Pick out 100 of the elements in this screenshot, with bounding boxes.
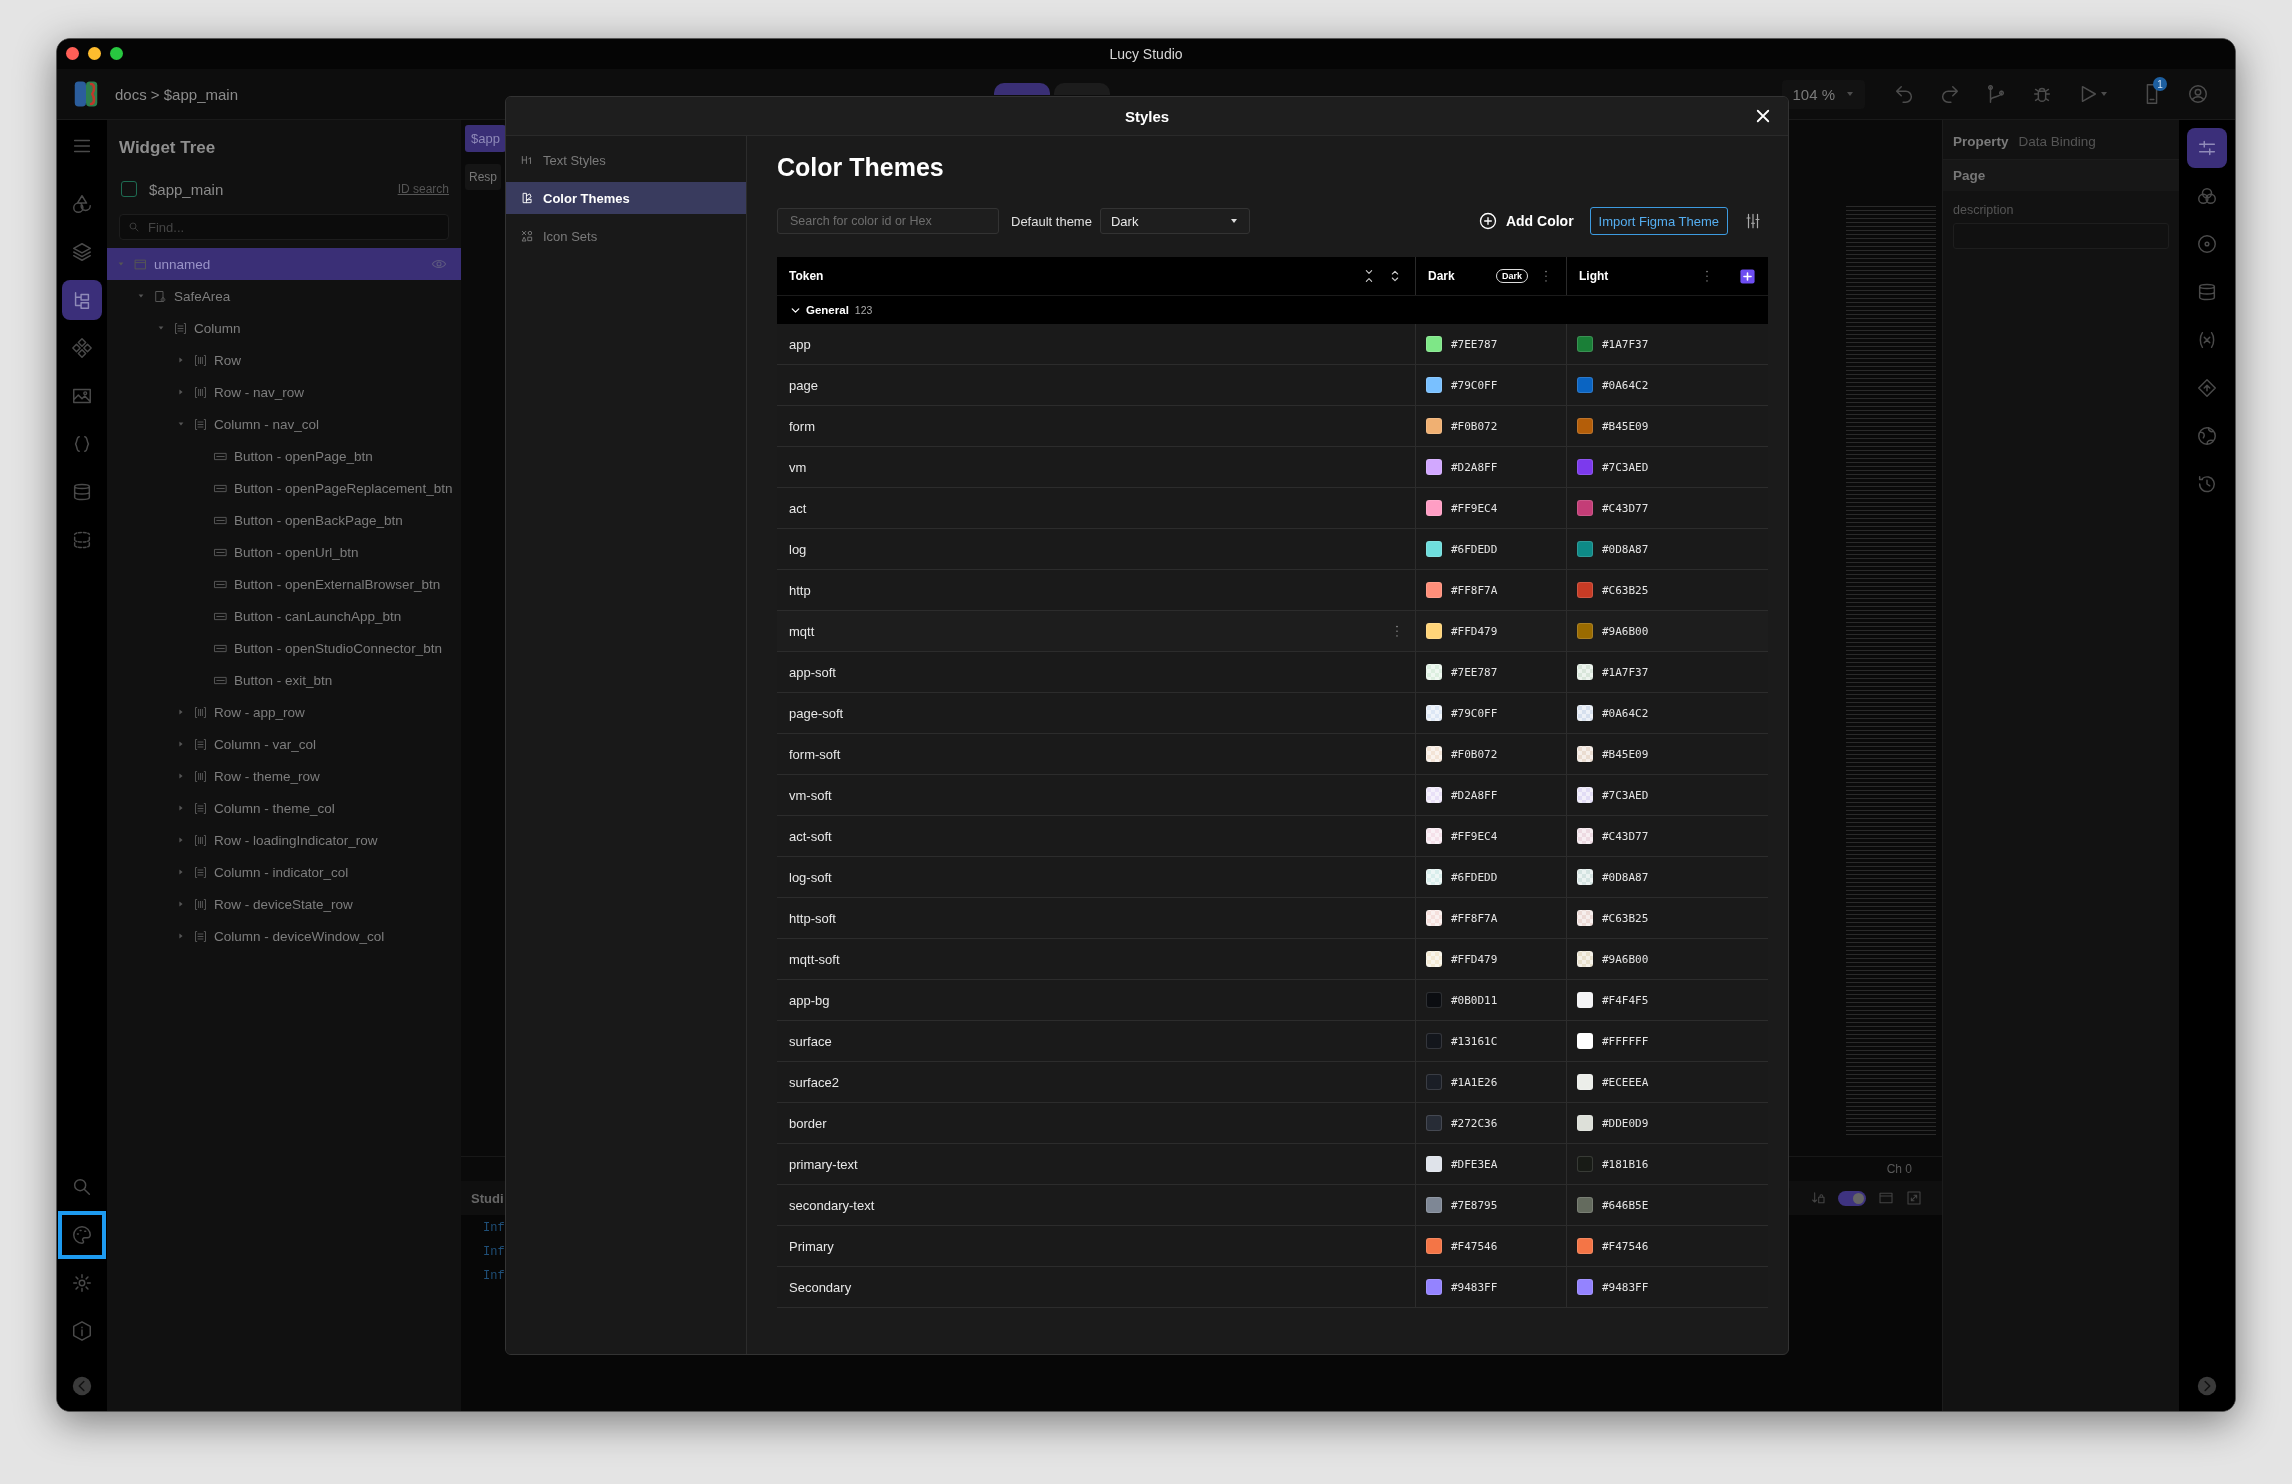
caret-icon[interactable] xyxy=(157,324,165,332)
caret-icon[interactable] xyxy=(177,388,185,396)
checkbox[interactable] xyxy=(121,181,137,197)
color-swatch[interactable] xyxy=(1577,705,1593,721)
close-window-button[interactable] xyxy=(66,47,79,60)
caret-icon[interactable] xyxy=(177,932,185,940)
table-row[interactable]: surface2 #1A1E26 #ECEEEA xyxy=(777,1062,1768,1103)
import-button[interactable]: Import Figma Theme xyxy=(1589,207,1728,235)
color-swatch[interactable] xyxy=(1426,1197,1442,1213)
table-row[interactable]: Secondary #9483FF #9483FF xyxy=(777,1267,1768,1308)
table-row[interactable]: mqtt-soft #FFD479 #9A6B00 xyxy=(777,939,1768,980)
table-row[interactable]: act-soft #FF9EC4 #C43D77 xyxy=(777,816,1768,857)
table-row[interactable]: log #6FDEDD #0D8A87 xyxy=(777,529,1768,570)
color-swatch[interactable] xyxy=(1577,582,1593,598)
color-swatch[interactable] xyxy=(1577,459,1593,475)
color-swatch[interactable] xyxy=(1426,787,1442,803)
settings-icon[interactable] xyxy=(1744,212,1762,230)
color-swatch[interactable] xyxy=(1577,869,1593,885)
nav-item[interactable]: Text Styles xyxy=(506,144,746,176)
color-swatch[interactable] xyxy=(1577,541,1593,557)
table-row[interactable]: page-soft #79C0FF #0A64C2 xyxy=(777,693,1768,734)
color-swatch[interactable] xyxy=(1426,418,1442,434)
color-swatch[interactable] xyxy=(1426,869,1442,885)
color-swatch[interactable] xyxy=(1577,1074,1593,1090)
tree-item[interactable]: Button - openPage_btn xyxy=(107,440,461,472)
color-swatch[interactable] xyxy=(1426,1156,1442,1172)
tree-item[interactable]: Row - deviceState_row xyxy=(107,888,461,920)
collapse-panel-icon[interactable] xyxy=(71,1375,93,1397)
search-field[interactable]: Search for color id or Hex xyxy=(777,208,999,234)
search-field[interactable]: Find... xyxy=(119,214,449,240)
color-swatch[interactable] xyxy=(1426,459,1442,475)
undo-icon[interactable] xyxy=(1893,83,1915,105)
color-swatch[interactable] xyxy=(1577,746,1593,762)
caret-icon[interactable] xyxy=(177,868,185,876)
zoom-dropdown[interactable]: 104 % xyxy=(1782,79,1865,109)
tree-item[interactable]: Row - app_row xyxy=(107,696,461,728)
table-row[interactable]: act #FF9EC4 #C43D77 xyxy=(777,488,1768,529)
color-swatch[interactable] xyxy=(1426,992,1442,1008)
scroll-lock-icon[interactable] xyxy=(1810,1190,1826,1206)
add-theme-icon[interactable] xyxy=(1739,267,1756,285)
color-swatch[interactable] xyxy=(1577,1156,1593,1172)
expand-icon[interactable] xyxy=(1906,1190,1922,1206)
color-swatch[interactable] xyxy=(1577,1279,1593,1295)
tree-item[interactable]: Row xyxy=(107,344,461,376)
color-swatch[interactable] xyxy=(1426,582,1442,598)
color-swatch[interactable] xyxy=(1577,500,1593,516)
close-icon[interactable] xyxy=(1754,107,1772,125)
tree-item[interactable]: Column - deviceWindow_col xyxy=(107,920,461,952)
color-swatch[interactable] xyxy=(1426,336,1442,352)
color-swatch[interactable] xyxy=(1426,541,1442,557)
tree-item[interactable]: Column - nav_col xyxy=(107,408,461,440)
color-swatch[interactable] xyxy=(1577,828,1593,844)
color-swatch[interactable] xyxy=(1426,1115,1442,1131)
branch-icon[interactable] xyxy=(1985,83,2007,105)
tree-item[interactable]: Column - var_col xyxy=(107,728,461,760)
table-row[interactable]: mqtt #FFD479 #9A6B00 xyxy=(777,611,1768,652)
tree-item[interactable]: Button - openStudioConnector_btn xyxy=(107,632,461,664)
color-swatch[interactable] xyxy=(1577,992,1593,1008)
color-swatch[interactable] xyxy=(1577,336,1593,352)
table-row[interactable]: surface #13161C #FFFFFF xyxy=(777,1021,1768,1062)
color-swatch[interactable] xyxy=(1577,1238,1593,1254)
tree-item[interactable]: Row - loadingIndicator_row xyxy=(107,824,461,856)
table-row[interactable]: app-soft #7EE787 #1A7F37 xyxy=(777,652,1768,693)
id-search-link[interactable]: ID search xyxy=(397,182,449,196)
caret-icon[interactable] xyxy=(177,804,185,812)
tree-item[interactable]: Button - openBackPage_btn xyxy=(107,504,461,536)
table-row[interactable]: vm-soft #D2A8FF #7C3AED xyxy=(777,775,1768,816)
table-row[interactable]: app #7EE787 #1A7F37 xyxy=(777,324,1768,365)
color-swatch[interactable] xyxy=(1426,910,1442,926)
table-row[interactable]: vm #D2A8FF #7C3AED xyxy=(777,447,1768,488)
table-row[interactable]: http #FF8F7A #C63B25 xyxy=(777,570,1768,611)
nav-item[interactable]: Color Themes xyxy=(506,182,746,214)
table-row[interactable]: form-soft #F0B072 #B45E09 xyxy=(777,734,1768,775)
color-swatch[interactable] xyxy=(1577,1115,1593,1131)
color-swatch[interactable] xyxy=(1426,951,1442,967)
color-swatch[interactable] xyxy=(1426,1279,1442,1295)
table-row[interactable]: primary-text #DFE3EA #181B16 xyxy=(777,1144,1768,1185)
tree-item[interactable]: SafeArea xyxy=(107,280,461,312)
table-row[interactable]: app-bg #0B0D11 #F4F4F5 xyxy=(777,980,1768,1021)
toggle-switch[interactable] xyxy=(1838,1190,1866,1206)
tree-item[interactable]: Column - indicator_col xyxy=(107,856,461,888)
user-icon[interactable] xyxy=(2187,83,2209,105)
table-row[interactable]: http-soft #FF8F7A #C63B25 xyxy=(777,898,1768,939)
tree-item[interactable]: Button - openUrl_btn xyxy=(107,536,461,568)
add-color-button[interactable]: Add Color xyxy=(1471,211,1580,231)
caret-icon[interactable] xyxy=(177,708,185,716)
table-row[interactable]: form #F0B072 #B45E09 xyxy=(777,406,1768,447)
color-swatch[interactable] xyxy=(1577,623,1593,639)
color-swatch[interactable] xyxy=(1426,1238,1442,1254)
panel-tab[interactable]: Data Binding xyxy=(2018,134,2096,149)
editor-tab[interactable]: $app xyxy=(465,124,506,152)
color-swatch[interactable] xyxy=(1426,828,1442,844)
color-swatch[interactable] xyxy=(1426,377,1442,393)
zoom-window-button[interactable] xyxy=(110,47,123,60)
color-swatch[interactable] xyxy=(1426,500,1442,516)
color-swatch[interactable] xyxy=(1426,1074,1442,1090)
color-swatch[interactable] xyxy=(1577,664,1593,680)
caret-icon[interactable] xyxy=(177,740,185,748)
sliders-icon[interactable] xyxy=(2187,128,2227,168)
color-swatch[interactable] xyxy=(1426,746,1442,762)
